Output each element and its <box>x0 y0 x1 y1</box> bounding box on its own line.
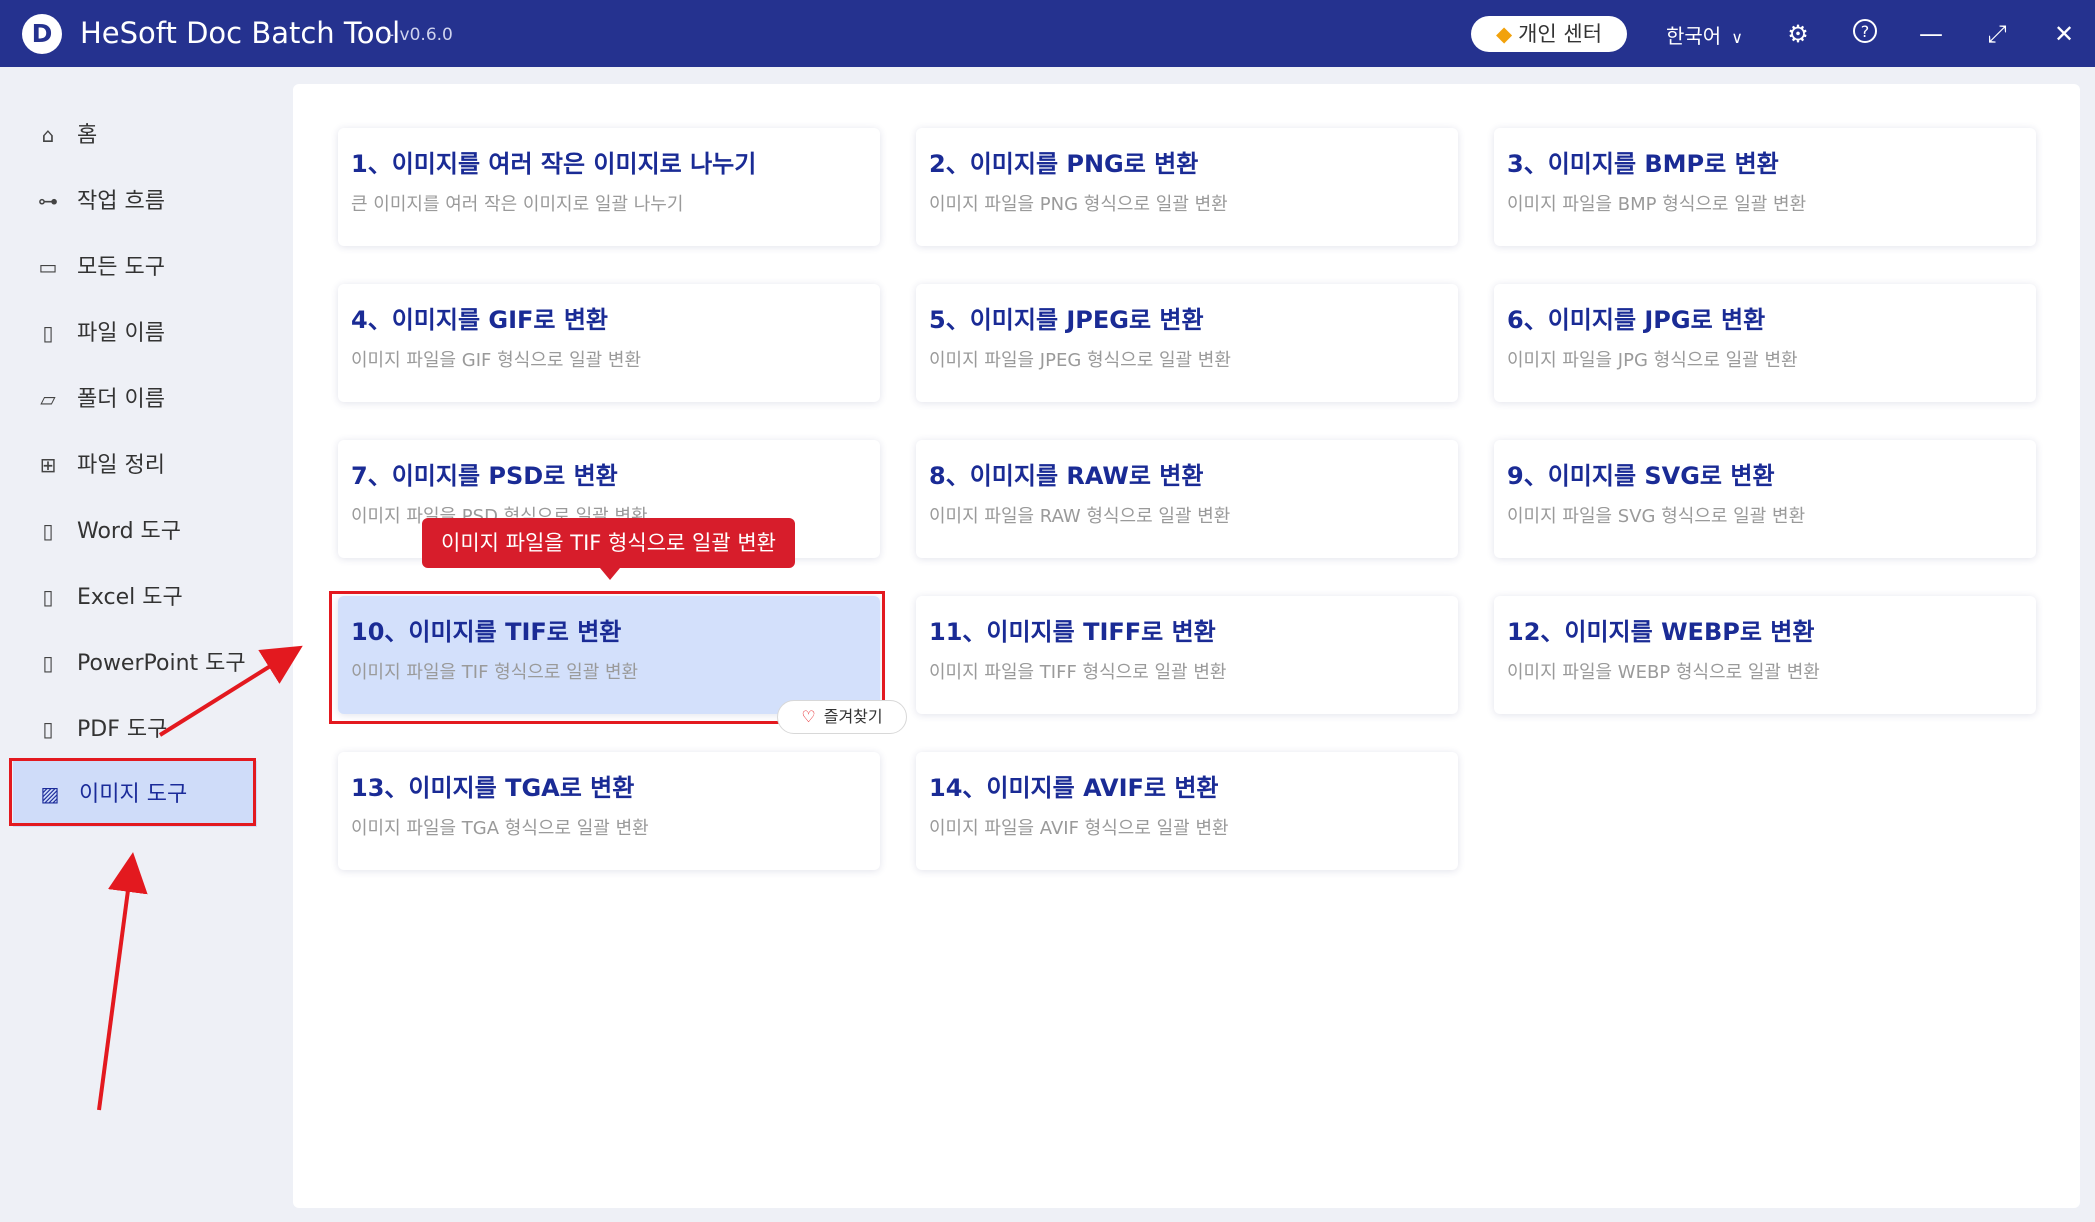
arrow-to-image-tools <box>97 852 148 1111</box>
annotation-arrows <box>97 645 303 1111</box>
arrow-to-tif-card <box>158 645 303 737</box>
